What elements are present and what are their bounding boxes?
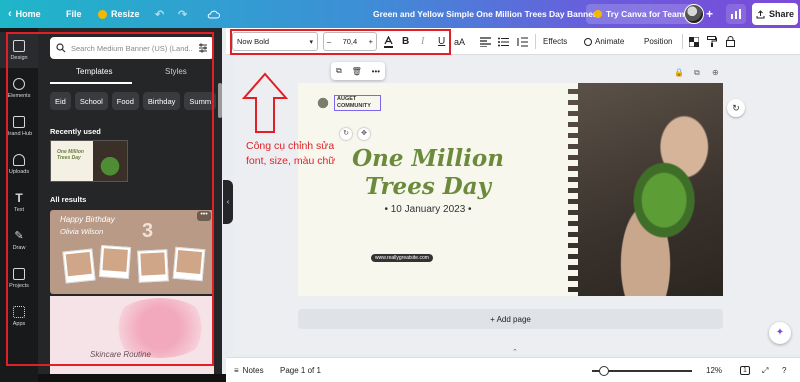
add-page-button[interactable]: + Add page (298, 309, 723, 329)
selection-handles: ↻ ✥ (340, 128, 370, 140)
avatar[interactable] (684, 4, 704, 24)
canva-editor: ‹ Home File Resize ↶ ↷ Green and Yellow … (0, 0, 800, 382)
add-collaborator-icon[interactable]: + (706, 0, 713, 28)
design-page[interactable]: AUGET COMMUNITY ↻ ✥ One Million Trees Da… (298, 83, 723, 296)
notes-icon: ≡ (234, 366, 239, 375)
text-case-button[interactable]: aA (454, 28, 465, 55)
add-page-icon[interactable]: ⊕ (712, 68, 719, 77)
hands-planting-photo (568, 83, 723, 296)
toolbar-divider (535, 34, 536, 49)
annotation-box-sidebar (6, 32, 214, 366)
home-button[interactable]: ‹ Home (8, 0, 41, 28)
help-icon[interactable]: ? (782, 358, 786, 382)
collapse-panel-button[interactable]: ‹ (223, 180, 233, 224)
chevron-left-icon: ‹ (8, 8, 12, 20)
element-floating-toolbar: ⧉ 🗑 ••• (331, 62, 385, 80)
panel-scrollbar[interactable] (218, 83, 222, 118)
duplicate-icon[interactable]: ⧉ (336, 66, 342, 76)
community-logo[interactable]: AUGET COMMUNITY (314, 94, 382, 112)
date-text[interactable]: • 10 January 2023 • (328, 204, 528, 215)
analytics-icon[interactable] (726, 4, 746, 24)
zoom-slider-handle[interactable] (599, 366, 609, 376)
align-left-icon[interactable] (480, 28, 491, 55)
paint-roller-icon[interactable] (707, 28, 717, 55)
annotation-text: Công cụ chỉnh sửa font, size, màu chữ (246, 140, 336, 167)
more-icon[interactable]: ••• (372, 67, 380, 76)
chevron-up-icon[interactable]: ⌃ (512, 348, 518, 356)
redo-icon[interactable]: ↷ (178, 0, 187, 28)
animate-icon (584, 37, 592, 46)
file-menu[interactable]: File (66, 0, 82, 28)
annotation-box-toolbar (230, 29, 451, 55)
rotate-icon[interactable]: ↻ (340, 128, 352, 140)
bottom-bar: ≡ Notes Page 1 of 1 12% 1 ⤢ ? (226, 357, 800, 382)
torn-paper-edge (560, 83, 578, 296)
duplicate-page-icon[interactable]: ⧉ (694, 68, 700, 78)
bullet-list-icon[interactable] (498, 28, 509, 55)
toolbar-divider (682, 34, 683, 49)
cloud-save-icon[interactable] (207, 0, 220, 28)
lock-page-icon[interactable]: 🔒 (674, 68, 684, 77)
notes-button[interactable]: ≡ Notes (234, 358, 264, 382)
position-button[interactable]: Position (644, 28, 672, 55)
annotation-up-arrow-icon (242, 72, 288, 133)
crown-icon (98, 9, 107, 19)
taskbar-strip (38, 374, 226, 382)
lock-icon[interactable] (726, 28, 735, 55)
resize-button[interactable]: Resize (98, 0, 140, 28)
move-icon[interactable]: ✥ (358, 128, 370, 140)
animate-button[interactable]: Animate (584, 28, 624, 55)
effects-button[interactable]: Effects (543, 28, 567, 55)
crown-icon (594, 10, 602, 18)
undo-icon[interactable]: ↶ (155, 0, 164, 28)
try-canva-teams-button[interactable]: Try Canva for Teams (586, 4, 697, 24)
refresh-icon[interactable]: ↻ (727, 99, 745, 117)
document-title[interactable]: Green and Yellow Simple One Million Tree… (373, 0, 596, 28)
upload-icon (756, 9, 765, 18)
zoom-level[interactable]: 12% (706, 358, 722, 382)
page-indicator[interactable]: Page 1 of 1 (280, 358, 321, 382)
fullscreen-icon[interactable]: ⤢ (762, 358, 768, 382)
transparency-icon[interactable] (689, 28, 699, 55)
page-count-button[interactable]: 1 (740, 358, 750, 382)
spacing-icon[interactable] (517, 28, 528, 55)
website-text[interactable]: www.reallygreatsite.com (371, 254, 433, 262)
share-button[interactable]: Share (752, 3, 798, 25)
magic-assistant-icon[interactable]: ✦ (769, 322, 791, 344)
trash-icon[interactable]: 🗑 (352, 67, 362, 76)
headline-text[interactable]: One Million Trees Day (328, 145, 528, 201)
top-bar: ‹ Home File Resize ↶ ↷ Green and Yellow … (0, 0, 800, 28)
tree-logo-icon (314, 94, 332, 112)
